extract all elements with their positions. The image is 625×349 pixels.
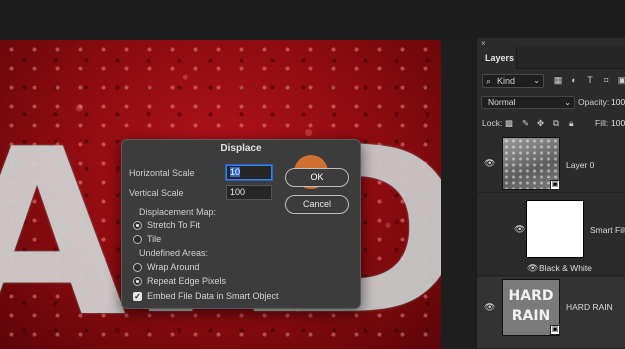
layers-panel: × Layers ⌕ Kind ⌄ ▦ ◐ T ⌗ ▣ Normal ⌄ Opa… <box>476 38 625 349</box>
type-filter-icon[interactable]: T <box>585 75 595 86</box>
filter-kind-value: Kind <box>497 76 516 86</box>
lock-label: Lock: <box>482 118 503 128</box>
blend-mode-select[interactable]: Normal ⌄ <box>481 96 575 109</box>
tile-label[interactable]: Tile <box>147 234 161 244</box>
panel-tab-bar: Layers <box>477 47 625 69</box>
repeat-edge-pixels-label[interactable]: Repeat Edge Pixels <box>147 276 226 286</box>
smart-filters-label: Smart Filters <box>590 225 625 235</box>
blend-mode-value: Normal <box>488 97 516 107</box>
lock-all-icon[interactable]: 🔒︎ <box>569 118 574 129</box>
horizontal-scale-input[interactable]: 10 <box>226 165 272 180</box>
embed-label[interactable]: Embed File Data in Smart Object <box>147 291 279 301</box>
wrap-around-label[interactable]: Wrap Around <box>147 262 199 272</box>
filter-kind-select[interactable]: ⌕ Kind ⌄ <box>482 74 544 88</box>
lock-artboard-icon[interactable]: ⧉ <box>553 118 559 129</box>
layer-name[interactable]: HARD RAIN <box>566 302 613 312</box>
smart-object-icon: ▣ <box>550 325 560 335</box>
wrap-around-radio[interactable] <box>133 263 142 272</box>
eye-icon[interactable]: 👁︎ <box>527 263 538 274</box>
cancel-button[interactable]: Cancel <box>285 195 349 214</box>
fill-value[interactable]: 100% <box>611 118 625 128</box>
ok-button[interactable]: OK <box>285 168 349 187</box>
vertical-scale-label: Vertical Scale <box>129 188 184 198</box>
lock-image-icon[interactable]: ✎ <box>522 118 529 129</box>
horizontal-scale-label: Horizontal Scale <box>129 168 195 178</box>
stretch-to-fit-radio[interactable] <box>133 221 142 230</box>
canvas-letter: A <box>0 101 127 349</box>
repeat-edge-pixels-radio[interactable] <box>133 277 142 286</box>
eye-icon[interactable]: 👁︎ <box>484 158 495 169</box>
lock-position-icon[interactable]: ✥ <box>537 118 544 129</box>
smart-filters-row[interactable]: 👁︎ Smart Filters 👁︎ Black & White <box>477 194 625 276</box>
chevron-down-icon: ⌄ <box>564 98 571 107</box>
top-bar <box>0 0 625 38</box>
smart-object-icon: ▣ <box>550 180 560 190</box>
lock-transparent-icon[interactable]: ▩ <box>505 118 513 129</box>
chevron-down-icon: ⌄ <box>533 76 540 85</box>
adjustment-filter-icon[interactable]: ◐ <box>569 75 579 86</box>
displacement-map-label: Displacement Map: <box>139 207 217 217</box>
thumb-text: HARD <box>508 288 554 304</box>
pixel-filter-icon[interactable]: ▦ <box>553 75 563 86</box>
eye-icon[interactable]: 👁︎ <box>484 302 495 313</box>
embed-checkbox[interactable]: ✓ <box>133 292 142 301</box>
eye-icon[interactable]: 👁︎ <box>514 224 525 235</box>
vertical-scale-input[interactable]: 100 <box>226 185 272 200</box>
filter-mask-thumbnail <box>526 200 584 258</box>
thumb-text: RAIN <box>511 308 551 324</box>
smart-object-filter-icon[interactable]: ▣ <box>617 75 625 86</box>
tile-radio[interactable] <box>133 235 142 244</box>
tab-layers[interactable]: Layers <box>477 47 517 69</box>
dialog-title: Displace <box>220 143 262 154</box>
displace-dialog: Displace Horizontal Scale 10 Vertical Sc… <box>121 139 361 309</box>
layer-name[interactable]: Layer 0 <box>566 160 594 170</box>
undefined-areas-label: Undefined Areas: <box>139 248 209 258</box>
opacity-value[interactable]: 100% <box>611 97 625 107</box>
layer-row[interactable]: 👁︎ ▣ Layer 0 <box>477 133 625 193</box>
layer-row[interactable]: 👁︎ HARD RAIN ▣ HARD RAIN <box>477 277 625 349</box>
shape-filter-icon[interactable]: ⌗ <box>601 75 611 86</box>
filter-name[interactable]: Black & White <box>539 263 592 273</box>
search-icon: ⌕ <box>486 76 492 86</box>
opacity-label: Opacity: <box>578 97 610 107</box>
stretch-to-fit-label[interactable]: Stretch To Fit <box>147 220 200 230</box>
fill-label: Fill: <box>595 118 609 128</box>
